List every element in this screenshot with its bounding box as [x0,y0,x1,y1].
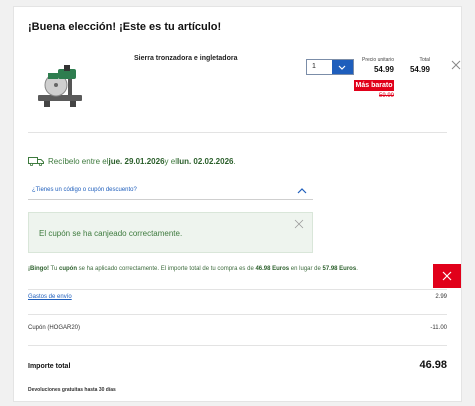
product-image[interactable] [34,59,86,111]
chevron-down-icon[interactable] [331,60,353,74]
discount-badge: Más barato [354,80,394,91]
bingo-strong: ¡Bingo! [28,266,49,272]
divider [28,345,447,346]
delivery-text-middle: y el [164,156,177,166]
cart-item-card: ¡Buena elección! ¡Este es tu artículo! S… [13,6,462,402]
shipping-link[interactable]: Gastos de envío [28,294,72,300]
coupon-value: -11.00 [430,325,447,331]
delivery-date-end: lun. 02.02.2026 [176,156,234,166]
bingo-new-total: 46.98 Euros [255,266,290,272]
quantity-select[interactable]: 1 [306,59,354,75]
coupon-toggle[interactable]: ¿Tienes un código o cupón descuento? [28,183,313,200]
close-icon[interactable] [450,59,462,71]
item-total-price: 54.99 [409,65,430,74]
coupon-success-text: El cupón se ha canjeado correctamente. [39,229,183,238]
divider [28,132,447,133]
coupon-success-message: El cupón se ha canjeado correctamente. [28,212,313,253]
bingo-old-total: 57.98 Euros [322,266,357,272]
chevron-up-icon[interactable] [297,187,307,195]
close-icon [442,271,452,281]
coupon-label: Cupón (HOGAR20) [28,325,81,331]
divider [28,289,447,290]
page-title: ¡Buena elección! ¡Este es tu artículo! [28,21,222,33]
delivery-estimate: Recíbelo entre el jue. 29.01.2026 y el l… [28,156,236,166]
order-total-value: 46.98 [419,359,447,371]
delivery-text-suffix: . [233,156,236,166]
bingo-text: . [356,266,358,272]
product-name[interactable]: Sierra tronzadora e ingletadora [134,55,237,62]
order-total-label: Importe total [28,363,71,370]
delivery-text: Recíbelo entre el [48,156,109,166]
old-price: 59.99 [378,93,394,99]
divider [28,314,447,315]
returns-note: Devoluciones gratuitas hasta 30 días [28,387,116,393]
coupon-toggle-label[interactable]: ¿Tienes un código o cupón descuento? [32,187,137,193]
unit-price-label: Precio unitario [362,57,394,63]
bingo-text: se ha aplicado correctamente. El importe… [77,266,256,272]
truck-icon [28,157,44,166]
bingo-text: Tu [49,266,60,272]
coupon-applied-notice: ¡Bingo! Tu cupón se ha aplicado correcta… [28,266,428,272]
delivery-date-start: jue. 29.01.2026 [108,156,165,166]
close-icon[interactable] [294,219,304,229]
shipping-value: 2.99 [435,294,447,300]
bingo-coupon-word: cupón [59,266,78,272]
remove-coupon-button[interactable] [433,264,461,288]
quantity-value: 1 [312,63,316,70]
bingo-text: en lugar de [289,266,323,272]
unit-price: 54.99 [373,65,394,74]
total-label: Total [419,57,430,63]
